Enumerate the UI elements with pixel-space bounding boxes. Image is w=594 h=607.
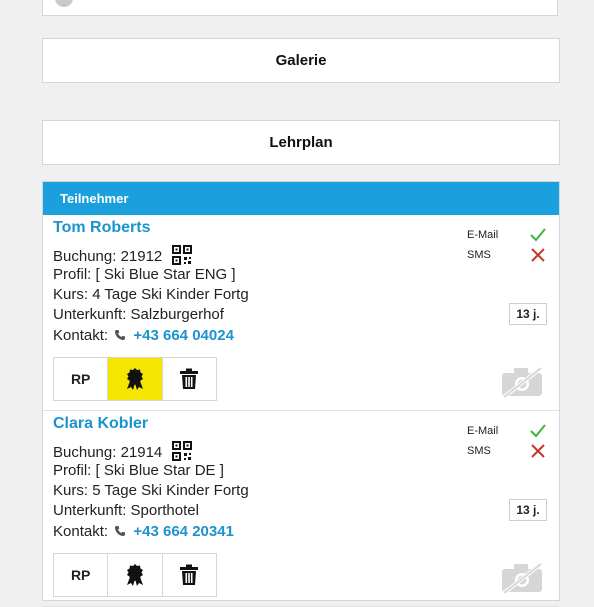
email-label: E-Mail: [467, 229, 499, 241]
booking-label: Buchung:: [53, 247, 117, 265]
participant-card: Clara Kobler Buchung: 21914 Profil: [Sk…: [43, 411, 559, 607]
trash-icon: [180, 368, 199, 389]
course-value: 4 Tage Ski Kinder Fortg: [92, 286, 249, 303]
check-icon: [530, 424, 546, 438]
cross-icon: [531, 248, 545, 262]
participant-name[interactable]: Tom Roberts: [53, 219, 150, 237]
cross-icon: [531, 444, 545, 458]
no-photo-icon: [499, 561, 545, 600]
lehrplan-button[interactable]: Lehrplan: [42, 120, 560, 165]
booking-number: 21912: [120, 247, 163, 265]
lodging-value: Sporthotel: [130, 502, 199, 519]
panel-title: Teilnehmer: [43, 182, 559, 215]
profile-line: Profil: [ Ski Blue Star ENG ]: [53, 266, 236, 283]
sms-label: SMS: [467, 445, 491, 457]
lodging-line: Unterkunft: Salzburgerhof: [53, 306, 224, 323]
course-line: Kurs: 5 Tage Ski Kinder Fortg: [53, 482, 249, 499]
profile-line: Profil: [ Ski Blue Star DE ]: [53, 462, 224, 479]
email-label: E-Mail: [467, 425, 499, 437]
age-badge: 13 j.: [509, 303, 547, 325]
phone-link[interactable]: +43 664 20341: [133, 523, 234, 540]
action-buttons: RP: [53, 357, 217, 401]
age-badge: 13 j.: [509, 499, 547, 521]
course-line: Kurs: 4 Tage Ski Kinder Fortg: [53, 286, 249, 303]
previous-card: [42, 0, 558, 16]
course-value: 5 Tage Ski Kinder Fortg: [92, 482, 249, 499]
trash-icon: [180, 564, 199, 585]
rp-button[interactable]: RP: [54, 358, 109, 400]
award-button[interactable]: [108, 554, 163, 596]
email-status: E-Mail: [467, 225, 547, 245]
lodging-label: Unterkunft:: [53, 502, 127, 519]
booking-number: 21914: [120, 443, 163, 461]
profile-value: [ Ski Blue Star ENG ]: [95, 266, 236, 283]
course-label: Kurs:: [53, 286, 89, 303]
action-buttons: RP: [53, 553, 217, 597]
phone-icon: [114, 328, 126, 345]
delete-button[interactable]: [163, 554, 216, 596]
contact-label: Kontakt:: [53, 327, 109, 344]
contact-status: E-Mail SMS: [467, 421, 547, 461]
lodging-line: Unterkunft: Sporthotel: [53, 502, 199, 519]
sms-status: SMS: [467, 245, 547, 265]
contact-line: Kontakt: +43 664 20341: [53, 523, 234, 541]
no-photo-icon: [499, 365, 545, 404]
profile-label: Profil:: [53, 266, 92, 283]
award-button[interactable]: [108, 358, 163, 400]
course-label: Kurs:: [53, 482, 89, 499]
sms-label: SMS: [467, 249, 491, 261]
contact-status: E-Mail SMS: [467, 225, 547, 265]
booking-label: Buchung:: [53, 443, 117, 461]
award-icon: [126, 564, 143, 586]
phone-icon: [114, 524, 126, 541]
rp-button[interactable]: RP: [54, 554, 109, 596]
check-icon: [530, 228, 546, 242]
profile-label: Profil:: [53, 462, 92, 479]
email-status: E-Mail: [467, 421, 547, 441]
lodging-value: Salzburgerhof: [130, 306, 224, 323]
info-icon: [55, 0, 73, 7]
galerie-button[interactable]: Galerie: [42, 38, 560, 83]
sms-status: SMS: [467, 441, 547, 461]
participants-panel: Teilnehmer Tom Roberts Buchung: 21912 Pr…: [42, 181, 560, 607]
lodging-label: Unterkunft:: [53, 306, 127, 323]
participant-name[interactable]: Clara Kobler: [53, 415, 148, 433]
profile-value: [ Ski Blue Star DE ]: [95, 462, 224, 479]
delete-button[interactable]: [163, 358, 216, 400]
phone-link[interactable]: +43 664 04024: [133, 327, 234, 344]
participant-card: Tom Roberts Buchung: 21912 Profil: [Ski…: [43, 215, 559, 411]
contact-line: Kontakt: +43 664 04024: [53, 327, 234, 345]
award-icon: [126, 368, 143, 390]
contact-label: Kontakt:: [53, 523, 109, 540]
